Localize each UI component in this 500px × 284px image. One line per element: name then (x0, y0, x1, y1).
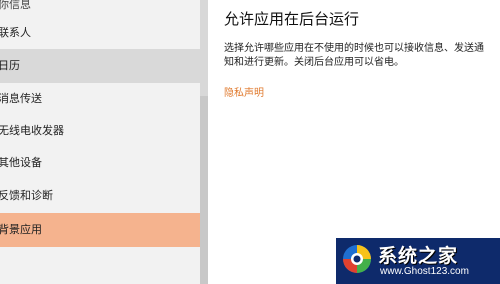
sidebar-item-background-apps[interactable]: 背景应用 (0, 213, 200, 247)
page-description: 选择允许哪些应用在不使用的时候也可以接收信息、发送通知和进行更新。关闭后台应用可… (224, 43, 484, 68)
sidebar-item-label: 联系人 (0, 26, 31, 39)
sidebar-item-radios[interactable]: 无线电收发器 (0, 114, 200, 148)
scrollbar-track-upper[interactable] (200, 0, 208, 96)
sidebar-item-messaging[interactable]: 消息传送 (0, 82, 200, 116)
sidebar-item-label: 日历 (0, 59, 20, 72)
scrollbar-thumb[interactable] (200, 96, 208, 284)
settings-window: 你信息 联系人 日历 消息传送 无线电收发器 其他设备 反馈和诊断 背景应用 允… (0, 0, 500, 284)
sidebar-item-label: 反馈和诊断 (0, 189, 53, 202)
sidebar-nav: 你信息 联系人 日历 消息传送 无线电收发器 其他设备 反馈和诊断 背景应用 (0, 0, 208, 284)
sidebar-item-contacts[interactable]: 联系人 (0, 16, 200, 50)
sidebar-item-label: 背景应用 (0, 223, 42, 236)
sidebar-item-calendar[interactable]: 日历 (0, 49, 200, 83)
watermark-url: www.Ghost123.com (380, 266, 469, 277)
sidebar-list: 你信息 联系人 日历 消息传送 无线电收发器 其他设备 反馈和诊断 背景应用 (0, 0, 200, 284)
page-title: 允许应用在后台运行 (224, 10, 360, 28)
sidebar-item-label: 消息传送 (0, 92, 42, 105)
sidebar-item-other-devices[interactable]: 其他设备 (0, 146, 200, 180)
watermark-logo-icon (343, 245, 371, 273)
sidebar-item-label: 其他设备 (0, 156, 42, 169)
watermark-banner: 系统之家 www.Ghost123.com (336, 238, 500, 284)
sidebar-item-feedback-diagnostics[interactable]: 反馈和诊断 (0, 179, 200, 213)
privacy-statement-link[interactable]: 隐私声明 (224, 84, 264, 99)
watermark-title: 系统之家 (378, 245, 459, 267)
sidebar-item-label: 无线电收发器 (0, 124, 64, 137)
